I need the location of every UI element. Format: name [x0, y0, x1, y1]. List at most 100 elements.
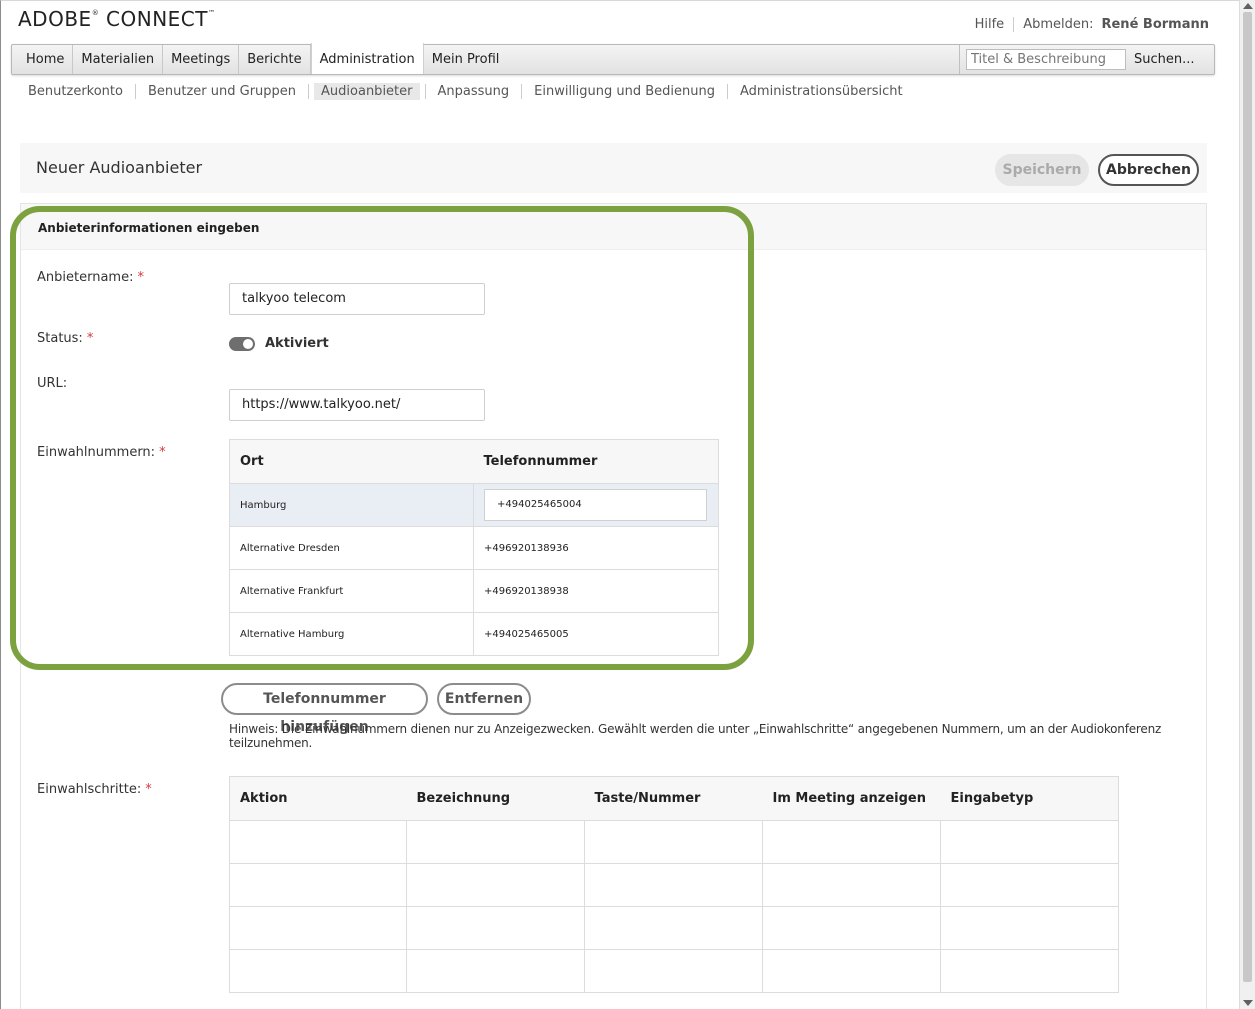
adobe-connect-logo: ADOBE® CONNECT™ [18, 7, 216, 31]
table-row[interactable]: Alternative Hamburg +494025465005 [229, 612, 719, 656]
table-row[interactable]: Alternative Frankfurt +496920138938 [229, 569, 719, 613]
table-cell [584, 906, 763, 950]
subnav-benutzerkonto[interactable]: Benutzerkonto [21, 83, 130, 100]
table-row[interactable] [229, 863, 1119, 907]
subnav-anpassung[interactable]: Anpassung [431, 83, 517, 100]
help-link[interactable]: Hilfe [975, 17, 1005, 32]
search-area: Suchen... [959, 45, 1214, 74]
search-input[interactable] [966, 49, 1126, 70]
column-header: Ort [229, 439, 474, 484]
table-row[interactable]: Hamburg +494025465004 [229, 483, 719, 527]
tab-berichte[interactable]: Berichte [239, 45, 311, 74]
table-cell [229, 820, 407, 864]
tab-materialien[interactable]: Materialien [73, 45, 164, 74]
status-toggle[interactable] [229, 337, 255, 351]
table-cell [940, 949, 1119, 993]
save-button[interactable]: Speichern [995, 154, 1089, 186]
table-cell [406, 820, 585, 864]
url-input[interactable]: https://www.talkyoo.net/ [229, 389, 485, 421]
page-header: Neuer Audioanbieter Speichern Abbrechen [20, 143, 1207, 193]
app-window: ADOBE® CONNECT™ Hilfe Abmelden: René Bor… [0, 0, 1239, 1009]
logout-link[interactable]: Abmelden: [1023, 17, 1093, 32]
tab-administration[interactable]: Administration [310, 43, 424, 74]
phone-input[interactable]: +494025465004 [484, 489, 707, 521]
url-label: URL: [37, 376, 68, 391]
required-mark: * [86, 331, 94, 346]
required-mark: * [137, 270, 144, 285]
subnav-einwilligung[interactable]: Einwilligung und Bedienung [527, 83, 722, 100]
dialin-table: Ort Telefonnummer Hamburg +494025465004 … [229, 439, 719, 656]
section-title: Anbieterinformationen eingeben [38, 221, 260, 235]
column-header: Taste/Nummer [584, 776, 763, 821]
main-nav: Home Materialien Meetings Berichte Admin… [11, 43, 1215, 75]
table-header-row: Ort Telefonnummer [229, 439, 719, 484]
column-header: Aktion [229, 776, 407, 821]
sub-nav: Benutzerkonto Benutzer und Gruppen Audio… [21, 83, 910, 100]
vertical-scrollbar[interactable] [1239, 0, 1255, 1009]
divider [424, 84, 426, 99]
subnav-administrationsuebersicht[interactable]: Administrationsübersicht [733, 83, 910, 100]
table-cell [584, 863, 763, 907]
subnav-benutzer-und-gruppen[interactable]: Benutzer und Gruppen [141, 83, 303, 100]
table-header-row: Aktion Bezeichnung Taste/Nummer Im Meeti… [229, 776, 1119, 821]
location-cell: Hamburg [229, 483, 474, 527]
page-title: Neuer Audioanbieter [36, 158, 203, 177]
steps-label: Einwahlschritte: * [37, 782, 152, 797]
table-cell [584, 820, 763, 864]
table-cell [762, 906, 941, 950]
search-button[interactable]: Suchen... [1134, 52, 1195, 67]
location-cell: Alternative Hamburg [229, 612, 474, 656]
table-cell [762, 820, 941, 864]
scroll-up-icon[interactable] [1243, 3, 1253, 9]
table-cell [406, 863, 585, 907]
phone-cell: +496920138936 [473, 526, 719, 570]
phone-cell: +496920138938 [473, 569, 719, 613]
scrollbar-thumb[interactable] [1243, 12, 1252, 982]
required-mark: * [145, 782, 152, 797]
add-phone-number-button[interactable]: Telefonnummer hinzufügen [221, 683, 428, 735]
table-row[interactable] [229, 820, 1119, 864]
phone-cell: +494025465004 [473, 483, 719, 527]
provider-name-input[interactable]: talkyoo telecom [229, 283, 485, 315]
table-row[interactable] [229, 949, 1119, 993]
table-cell [762, 863, 941, 907]
section-header: Anbieterinformationen eingeben [21, 204, 1206, 250]
provider-name-label: Anbietername: * [37, 270, 144, 285]
phone-cell: +494025465005 [473, 612, 719, 656]
column-header: Eingabetyp [940, 776, 1119, 821]
table-cell [940, 906, 1119, 950]
divider [1013, 17, 1015, 32]
required-mark: * [159, 445, 166, 460]
divider [308, 84, 310, 99]
hint-text: Hinweis: Die Einwahlnummern dienen nur z… [229, 722, 1162, 750]
table-cell [762, 949, 941, 993]
dialin-label: Einwahlnummern: * [37, 445, 166, 460]
subnav-audioanbieter[interactable]: Audioanbieter [314, 83, 420, 100]
table-row[interactable] [229, 906, 1119, 950]
column-header: Telefonnummer [473, 439, 719, 484]
table-cell [406, 949, 585, 993]
table-row[interactable]: Alternative Dresden +496920138936 [229, 526, 719, 570]
cancel-button[interactable]: Abbrechen [1098, 154, 1199, 186]
table-cell [940, 820, 1119, 864]
column-header: Im Meeting anzeigen [762, 776, 941, 821]
remove-button[interactable]: Entfernen [437, 683, 531, 715]
tab-meetings[interactable]: Meetings [163, 45, 240, 74]
status-value: Aktiviert [265, 336, 329, 351]
status-label: Status: * [37, 331, 94, 346]
user-name: René Bormann [1101, 17, 1209, 32]
table-cell [229, 863, 407, 907]
table-cell [406, 906, 585, 950]
steps-table: Aktion Bezeichnung Taste/Nummer Im Meeti… [229, 776, 1119, 993]
scroll-down-icon[interactable] [1243, 1000, 1253, 1006]
divider [521, 84, 523, 99]
top-links: Hilfe Abmelden: René Bormann [975, 17, 1209, 32]
location-cell: Alternative Dresden [229, 526, 474, 570]
table-cell [584, 949, 763, 993]
tab-mein-profil[interactable]: Mein Profil [424, 45, 508, 74]
divider [134, 84, 136, 99]
table-cell [229, 949, 407, 993]
tab-home[interactable]: Home [12, 45, 74, 74]
table-cell [229, 906, 407, 950]
location-cell: Alternative Frankfurt [229, 569, 474, 613]
